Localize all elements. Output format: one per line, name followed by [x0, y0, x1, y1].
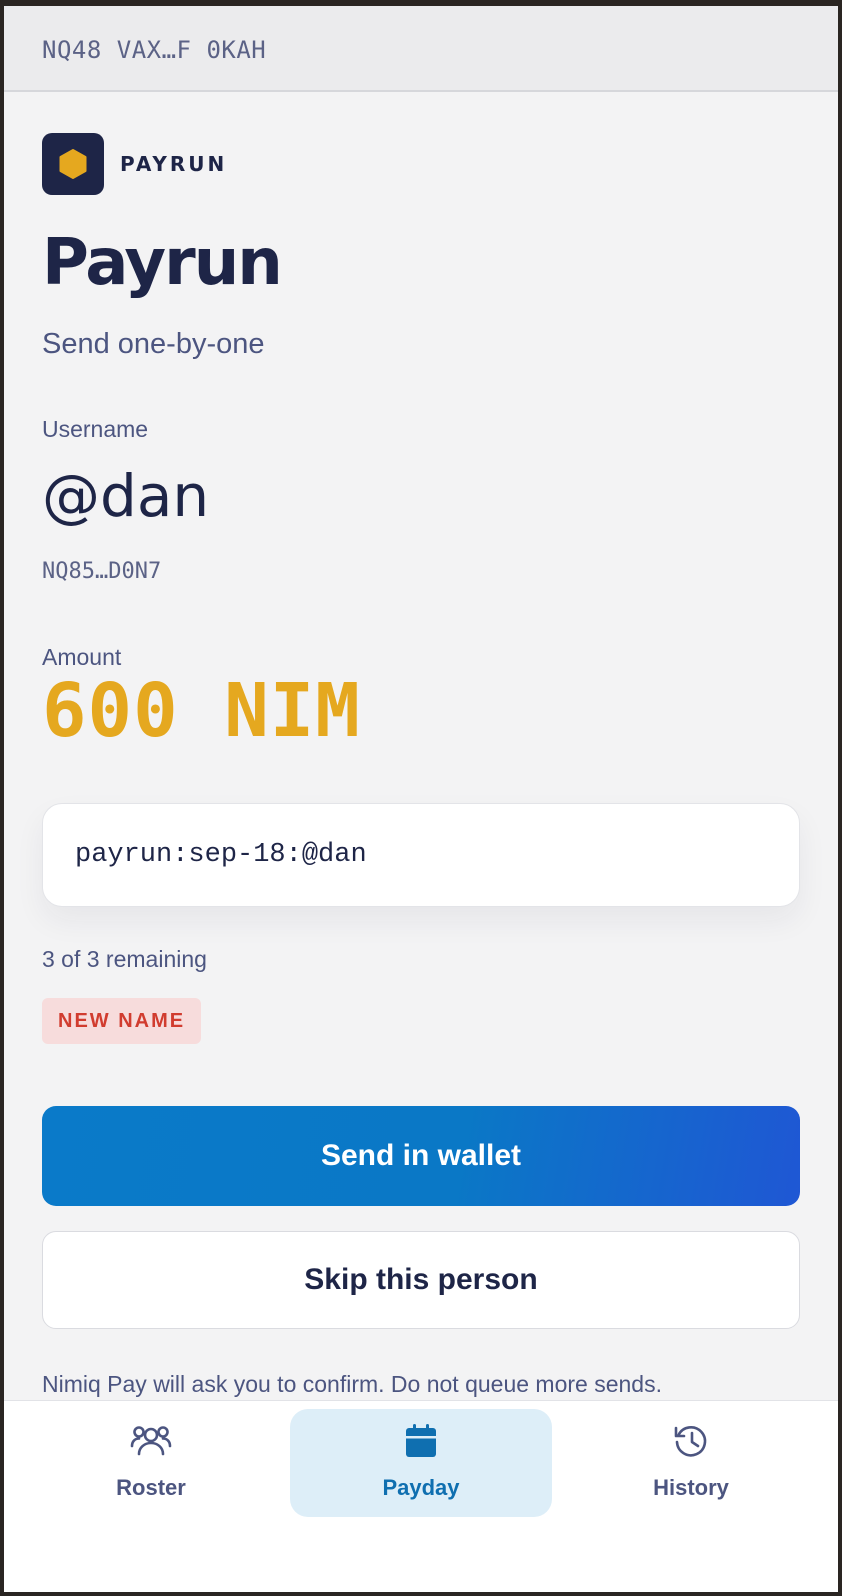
tab-history[interactable]: History [560, 1409, 822, 1517]
tab-roster-label: Roster [116, 1475, 186, 1500]
page-title: Payrun [42, 226, 283, 300]
payment-memo: payrun:sep-18:@dan [75, 840, 367, 870]
wallet-address-bar: NQ48 VAX…F 0KAH [4, 6, 838, 92]
tab-roster[interactable]: Roster [20, 1409, 282, 1517]
recipient-address: NQ85…D0N7 [42, 559, 162, 584]
tab-history-label: History [653, 1475, 729, 1500]
wallet-address: NQ48 VAX…F 0KAH [42, 36, 267, 64]
users-icon [130, 1421, 172, 1461]
payment-memo-box[interactable]: payrun:sep-18:@dan [42, 803, 800, 907]
bottom-tab-bar: Roster Payday History [4, 1400, 838, 1592]
app-screen: NQ48 VAX…F 0KAH PAYRUN Payrun Send one-b… [4, 6, 838, 1592]
remaining-count: 3 of 3 remaining [42, 946, 207, 972]
payment-amount: 600 NIM [42, 668, 361, 754]
amount-label: Amount [42, 644, 122, 670]
history-icon [672, 1421, 710, 1461]
skip-person-button[interactable]: Skip this person [42, 1231, 800, 1329]
tab-payday-label: Payday [382, 1475, 460, 1500]
hexagon-icon [59, 149, 87, 179]
send-in-wallet-button[interactable]: Send in wallet [42, 1106, 800, 1206]
confirm-note: Nimiq Pay will ask you to confirm. Do no… [42, 1371, 662, 1397]
recipient-username: @dan [42, 462, 210, 530]
brand-name: PAYRUN [120, 152, 228, 176]
status-badge: NEW NAME [42, 998, 202, 1044]
page-subtitle: Send one-by-one [42, 328, 265, 360]
app-logo [42, 133, 104, 195]
tab-payday[interactable]: Payday [290, 1409, 552, 1517]
brand-header: PAYRUN [42, 133, 227, 195]
username-label: Username [42, 416, 149, 442]
calendar-icon [404, 1421, 438, 1461]
